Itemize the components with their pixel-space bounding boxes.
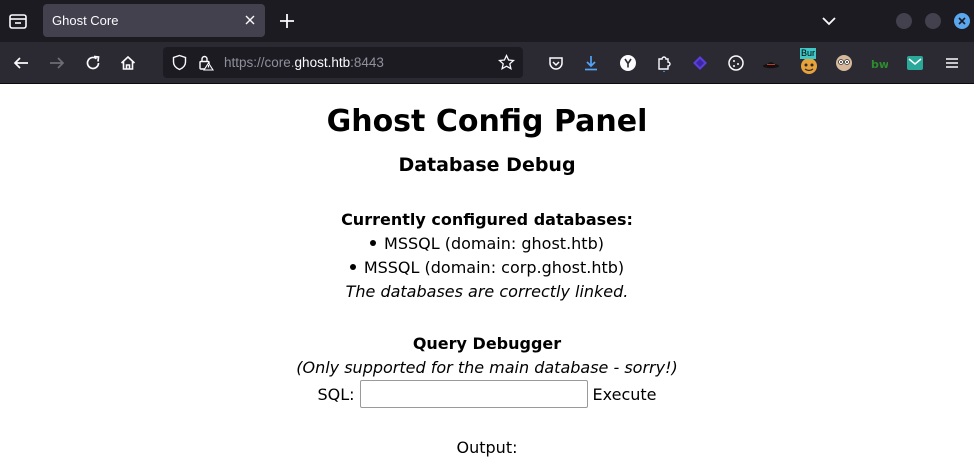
- extensions-puzzle-icon[interactable]: [655, 54, 673, 72]
- downloads-icon[interactable]: [582, 54, 600, 72]
- burp-extension-icon[interactable]: Bur: [798, 48, 820, 76]
- url-text[interactable]: https://core.ghost.htb:8443: [224, 55, 384, 70]
- query-debugger-heading: Query Debugger: [412, 334, 562, 353]
- tab-bar: Ghost Core: [0, 0, 974, 42]
- insecure-lock-icon[interactable]: [197, 54, 214, 71]
- url-bar[interactable]: https://core.ghost.htb:8443: [163, 47, 523, 78]
- tab-ghost-core[interactable]: Ghost Core: [43, 4, 265, 37]
- sql-input[interactable]: [359, 380, 588, 408]
- hat-extension-icon[interactable]: [762, 54, 780, 72]
- url-port: :8443: [350, 55, 384, 70]
- query-note: (Only supported for the main database - …: [296, 358, 678, 377]
- url-prefix: https://core.: [224, 55, 295, 70]
- close-icon[interactable]: [243, 13, 257, 27]
- database-list-item: MSSQL (domain: ghost.htb): [0, 234, 974, 253]
- url-host: ghost.htb: [294, 55, 351, 70]
- bookmark-star-icon[interactable]: [498, 54, 515, 71]
- close-icon: [958, 17, 966, 25]
- output-label: Output:: [456, 438, 518, 457]
- bullet-icon: [370, 239, 377, 246]
- back-arrow-icon[interactable]: [12, 54, 30, 72]
- tab-list-icon[interactable]: [6, 9, 30, 33]
- chevron-down-icon[interactable]: [820, 12, 838, 30]
- database-entry: MSSQL (domain: corp.ghost.htb): [363, 258, 625, 277]
- page-title: Ghost Config Panel: [326, 104, 648, 139]
- home-icon[interactable]: [119, 54, 137, 72]
- pocket-icon[interactable]: [547, 54, 565, 72]
- database-list-item: MSSQL (domain: corp.ghost.htb): [0, 258, 974, 277]
- svg-text:bw: bw: [871, 58, 888, 71]
- shield-icon[interactable]: [171, 54, 188, 71]
- navigation-toolbar: https://core.ghost.htb:8443 Bur bw: [0, 42, 974, 84]
- window-close-button[interactable]: [954, 13, 970, 29]
- maximize-button[interactable]: [925, 13, 941, 29]
- cookie-icon[interactable]: [727, 54, 745, 72]
- builtwith-icon[interactable]: bw: [870, 54, 888, 72]
- new-tab-icon[interactable]: [277, 11, 297, 31]
- extension-badge: Bur: [800, 48, 817, 59]
- database-entry: MSSQL (domain: ghost.htb): [384, 234, 604, 253]
- tab-title: Ghost Core: [52, 13, 119, 28]
- sql-label: SQL:: [317, 384, 355, 404]
- link-status-text: The databases are correctly linked.: [345, 282, 629, 301]
- page-subtitle: Database Debug: [398, 154, 576, 176]
- yandex-extension-icon[interactable]: [619, 54, 637, 72]
- minimize-button[interactable]: [896, 13, 912, 29]
- mail-extension-icon[interactable]: [906, 54, 924, 72]
- hamburger-menu-icon[interactable]: [943, 54, 961, 72]
- wappalyzer-owl-icon[interactable]: [835, 54, 853, 72]
- execute-button[interactable]: Execute: [593, 385, 657, 404]
- sql-form: SQL: Execute: [0, 380, 974, 408]
- layers-extension-icon[interactable]: [691, 54, 709, 72]
- forward-arrow-icon[interactable]: [48, 54, 66, 72]
- reload-icon[interactable]: [84, 54, 102, 72]
- bullet-icon: [349, 263, 356, 270]
- databases-heading: Currently configured databases:: [341, 210, 633, 229]
- page-content: Ghost Config Panel Database Debug Curren…: [0, 84, 974, 465]
